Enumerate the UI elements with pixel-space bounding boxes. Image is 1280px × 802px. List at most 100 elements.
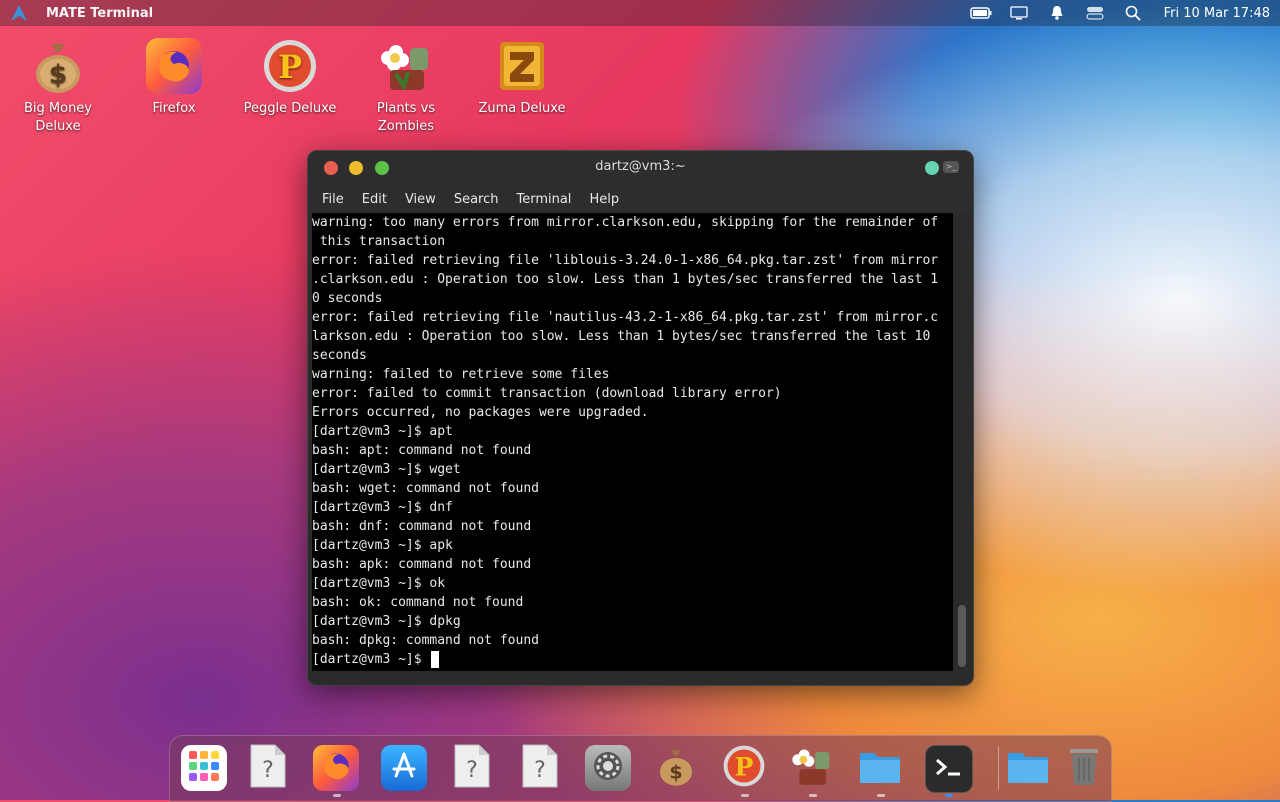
dock-unknown-3[interactable]: ?: [517, 743, 563, 793]
settings-icon: [591, 749, 625, 787]
running-indicator-active: [945, 794, 953, 797]
terminal-prompt: [dartz@vm3 ~]$: [312, 652, 430, 667]
menubar: File Edit View Search Terminal Help: [308, 185, 973, 213]
desktop-icon-label: Zuma Deluxe: [478, 101, 566, 116]
menu-view[interactable]: View: [396, 192, 445, 207]
terminal-line: error: failed retrieving file 'nautilus-…: [312, 310, 939, 325]
terminal-output[interactable]: warning: too many errors from mirror.cla…: [312, 213, 953, 671]
firefox-icon: [320, 750, 352, 786]
desktop-icon-peggle[interactable]: P Peggle Deluxe: [240, 38, 340, 118]
dock-peggle[interactable]: P: [721, 745, 767, 791]
terminal-line: .clarkson.edu : Operation too slow. Less…: [312, 272, 939, 287]
terminal-line: [dartz@vm3 ~]$ apk: [312, 538, 453, 553]
desktop-icon-label: Big Money Deluxe: [23, 101, 92, 134]
money-bag-icon: $: [30, 38, 86, 94]
terminal-line: bash: ok: command not found: [312, 595, 524, 610]
peggle-icon: P: [262, 38, 318, 94]
desktop-icon-label: Peggle Deluxe: [243, 101, 337, 116]
window-titlebar[interactable]: dartz@vm3:~ >_: [308, 151, 973, 185]
desktop-icon-big-money[interactable]: $ Big Money Deluxe: [8, 38, 108, 136]
terminal-line: bash: apk: command not found: [312, 557, 532, 572]
terminal-line: bash: wget: command not found: [312, 481, 539, 496]
clock[interactable]: Fri 10 Mar 17:48: [1164, 6, 1270, 21]
unknown-file-icon: ?: [521, 743, 559, 793]
desktop-icon-label: Plants vs Zombies: [376, 101, 436, 134]
terminal-window: dartz@vm3:~ >_ File Edit View Search Ter…: [307, 150, 974, 686]
dock-app-grid[interactable]: [181, 745, 227, 791]
scrollbar-thumb[interactable]: [958, 605, 966, 667]
plants-vs-zombies-icon: [790, 744, 834, 792]
notification-icon[interactable]: [1046, 4, 1068, 22]
money-bag-icon: $: [657, 745, 695, 791]
folder-icon: [1006, 747, 1050, 789]
menu-help[interactable]: Help: [580, 192, 628, 207]
running-indicator: [809, 794, 817, 797]
dock-plants-vs-zombies[interactable]: [789, 745, 835, 791]
dock-unknown-2[interactable]: ?: [449, 743, 495, 793]
display-icon[interactable]: [1008, 4, 1030, 22]
terminal-line: warning: too many errors from mirror.cla…: [312, 215, 939, 230]
dock-big-money[interactable]: $: [653, 745, 699, 791]
search-icon[interactable]: [1122, 4, 1144, 22]
desktop-icon-firefox[interactable]: Firefox: [124, 38, 224, 118]
terminal-line: [dartz@vm3 ~]$ apt: [312, 424, 453, 439]
system-tray: Fri 10 Mar 17:48: [969, 0, 1270, 26]
terminal-line: 0 seconds: [312, 291, 383, 306]
terminal-line: error: failed retrieving file 'liblouis-…: [312, 253, 939, 268]
terminal-line: seconds: [312, 348, 367, 363]
menu-edit[interactable]: Edit: [353, 192, 396, 207]
arch-logo-icon[interactable]: [10, 4, 28, 22]
desktop-icon-zuma[interactable]: Zuma Deluxe: [472, 38, 572, 118]
active-app-title[interactable]: MATE Terminal: [46, 6, 153, 21]
terminal-prompt-line[interactable]: [dartz@vm3 ~]$: [312, 650, 953, 669]
svg-text:$: $: [669, 761, 682, 783]
dock-app-store[interactable]: [381, 745, 427, 791]
dock-folder-2[interactable]: [1005, 745, 1051, 791]
menu-search[interactable]: Search: [445, 192, 508, 207]
dock-separator: [998, 746, 999, 790]
terminal-line: larkson.edu : Operation too slow. Less t…: [312, 329, 931, 344]
unknown-file-icon: ?: [249, 743, 287, 793]
terminal-line: bash: apt: command not found: [312, 443, 532, 458]
battery-icon[interactable]: [969, 4, 992, 22]
terminal-scrollbar[interactable]: [957, 213, 967, 671]
menu-file[interactable]: File: [313, 192, 353, 207]
terminal-line: error: failed to commit transaction (dow…: [312, 386, 782, 401]
svg-text:P: P: [735, 751, 754, 781]
plants-vs-zombies-icon: [378, 38, 434, 94]
running-indicator: [741, 794, 749, 797]
firefox-icon: [146, 38, 202, 94]
terminal-line: [dartz@vm3 ~]$ dnf: [312, 500, 453, 515]
zuma-icon: [494, 38, 550, 94]
terminal-line: [dartz@vm3 ~]$ dpkg: [312, 614, 461, 629]
toggle-icon[interactable]: [1084, 4, 1106, 22]
dock-settings[interactable]: [585, 745, 631, 791]
terminal-line: bash: dnf: command not found: [312, 519, 532, 534]
dock-unknown-1[interactable]: ?: [245, 743, 291, 793]
dock-folder[interactable]: [857, 745, 903, 791]
desktop-icon-plants-vs-zombies[interactable]: Plants vs Zombies: [356, 38, 456, 136]
svg-text:?: ?: [262, 758, 274, 783]
terminal-badge-icon[interactable]: >_: [943, 161, 959, 173]
folder-icon: [858, 747, 902, 789]
app-store-icon: [389, 751, 419, 785]
top-panel: MATE Terminal Fri 10 Mar 17:48: [0, 0, 1280, 26]
svg-text:?: ?: [534, 758, 546, 783]
dock: ? ? ? $ P: [169, 735, 1112, 802]
terminal-line: [dartz@vm3 ~]$ wget: [312, 462, 461, 477]
window-indicator-icon[interactable]: [925, 161, 939, 175]
svg-text:$: $: [49, 60, 67, 90]
running-indicator: [333, 794, 341, 797]
trash-icon: [1067, 745, 1101, 791]
dock-trash[interactable]: [1061, 745, 1107, 791]
peggle-icon: P: [722, 744, 766, 792]
unknown-file-icon: ?: [453, 743, 491, 793]
desktop-icon-label: Firefox: [152, 101, 196, 116]
app-grid-icon: [187, 749, 221, 787]
menu-terminal[interactable]: Terminal: [507, 192, 580, 207]
dock-firefox[interactable]: [313, 745, 359, 791]
dock-terminal[interactable]: [925, 745, 973, 793]
svg-text:?: ?: [466, 758, 478, 783]
running-indicator: [877, 794, 885, 797]
svg-text:P: P: [278, 48, 302, 86]
